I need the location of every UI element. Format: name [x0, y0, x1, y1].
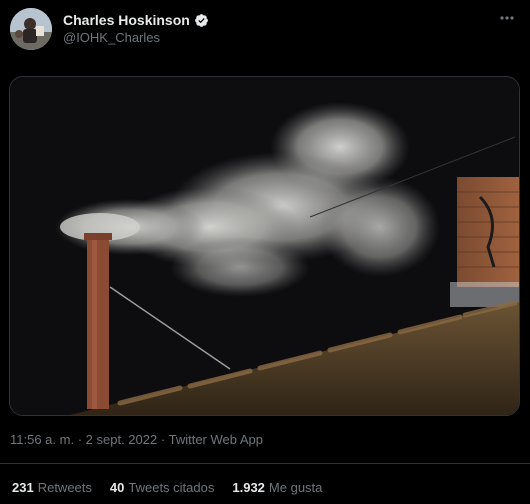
tweet-source[interactable]: Twitter Web App: [169, 432, 263, 447]
author-handle[interactable]: @IOHK_Charles: [63, 30, 160, 45]
meta-separator: ·: [77, 432, 83, 447]
verified-badge-icon: [194, 13, 208, 27]
likes-stat[interactable]: 1.932 Me gusta: [232, 480, 322, 495]
likes-count: 1.932: [232, 480, 265, 495]
tweet-time[interactable]: 11:56 a. m.: [10, 432, 74, 447]
tweet-image[interactable]: [9, 76, 520, 416]
retweets-label: Retweets: [37, 480, 92, 495]
more-horizontal-icon[interactable]: [498, 12, 516, 24]
tweet-date[interactable]: 2 sept. 2022: [86, 432, 158, 447]
quotes-count: 40: [109, 480, 125, 495]
tweet-header: Charles Hoskinson @IOHK_Charles: [10, 8, 520, 52]
tweet-stats: 231 Retweets 40 Tweets citados 1.932 Me …: [12, 480, 322, 495]
tweet-metadata: 11:56 a. m. · 2 sept. 2022 · Twitter Web…: [10, 432, 263, 447]
author-name-row: Charles Hoskinson: [63, 12, 209, 28]
author-name[interactable]: Charles Hoskinson: [63, 12, 190, 28]
profile-photo: [10, 8, 52, 50]
retweets-stat[interactable]: 231 Retweets: [12, 480, 92, 495]
quotes-label: Tweets citados: [128, 480, 215, 495]
meta-separator-2: ·: [160, 432, 166, 447]
likes-label: Me gusta: [268, 480, 323, 495]
quotes-stat[interactable]: 40 Tweets citados: [110, 480, 214, 495]
divider: [0, 463, 530, 464]
retweets-count: 231: [12, 480, 34, 495]
avatar[interactable]: [10, 8, 52, 50]
chimney-smoke-photo: [10, 77, 519, 415]
